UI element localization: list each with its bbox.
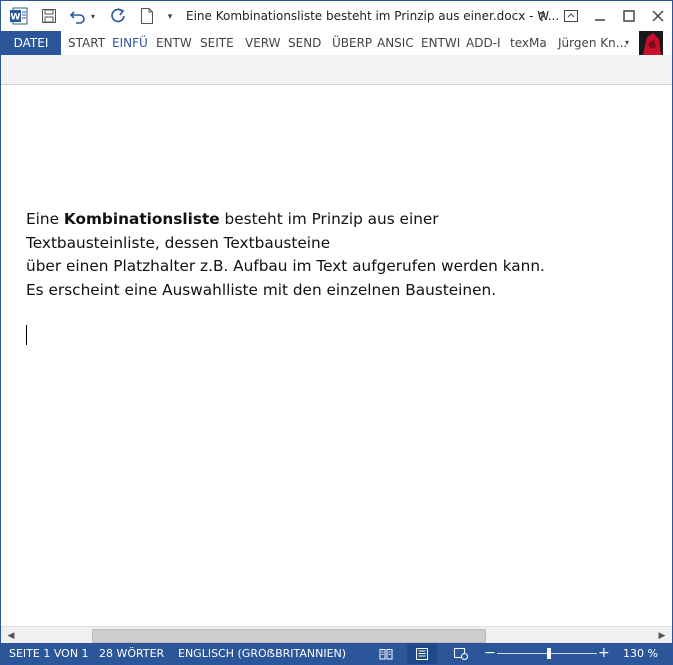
undo-icon[interactable]	[67, 7, 89, 25]
word-logo-icon[interactable]: W	[9, 7, 29, 25]
ribbon-tabs: DATEI START EINFÜ ENTW SEITE VERW SEND Ü…	[1, 31, 672, 55]
undo-dropdown-icon[interactable]: ▾	[88, 7, 98, 25]
text-cursor	[26, 325, 27, 345]
save-icon[interactable]	[39, 7, 59, 25]
document-text[interactable]: Eine Kombinationsliste besteht im Prinzi…	[26, 208, 545, 302]
user-name[interactable]: Jürgen Kn...	[558, 31, 627, 55]
document-line: Textbausteinliste, dessen Textbausteine	[26, 233, 331, 252]
tab-ueberpruefen[interactable]: ÜBERP	[332, 31, 372, 55]
ribbon-collapsed	[1, 55, 672, 85]
word-count[interactable]: 28 WÖRTER	[99, 643, 164, 664]
title-bar: W ▾ ▾ Eine Kombinationsliste besteht im …	[1, 1, 672, 31]
tab-add-ins[interactable]: ADD-I	[466, 31, 501, 55]
tab-sendungen[interactable]: SEND	[288, 31, 321, 55]
minimize-icon[interactable]	[586, 5, 614, 27]
status-bar: SEITE 1 VON 1 28 WÖRTER ENGLISCH (GROẞBR…	[1, 643, 672, 664]
text-run: besteht im Prinzip aus einer	[219, 210, 439, 228]
tab-start[interactable]: START	[68, 31, 105, 55]
text-run: Eine	[26, 210, 64, 228]
zoom-out-icon[interactable]: −	[484, 643, 496, 664]
horizontal-scrollbar[interactable]: ◀ ▶	[1, 626, 672, 644]
svg-text:W: W	[11, 13, 21, 23]
window-title: Eine Kombinationsliste besteht im Prinzi…	[186, 9, 560, 23]
maximize-icon[interactable]	[615, 5, 643, 27]
read-mode-icon[interactable]	[371, 643, 401, 664]
bold-text-run: Kombinationsliste	[63, 210, 220, 228]
scroll-left-icon[interactable]: ◀	[3, 627, 19, 644]
help-icon[interactable]: ?	[528, 5, 556, 27]
tab-texmaker[interactable]: texMa	[510, 31, 547, 55]
zoom-level[interactable]: 130 %	[623, 643, 658, 664]
word-window: W ▾ ▾ Eine Kombinationsliste besteht im …	[0, 0, 673, 665]
user-dropdown-icon[interactable]: ▾	[625, 31, 629, 55]
tab-entwurf[interactable]: ENTW	[156, 31, 192, 55]
redo-icon[interactable]	[108, 7, 128, 25]
scroll-right-icon[interactable]: ▶	[654, 627, 670, 644]
ribbon-display-options-icon[interactable]	[557, 5, 585, 27]
new-document-icon[interactable]	[138, 7, 156, 25]
zoom-in-icon[interactable]: +	[598, 643, 610, 664]
document-line: Es erscheint eine Auswahlliste mit den e…	[26, 280, 497, 299]
tab-seitenlayout[interactable]: SEITE	[200, 31, 234, 55]
tab-datei[interactable]: DATEI	[1, 31, 61, 55]
tab-einfuegen[interactable]: EINFÜ	[112, 31, 148, 55]
customize-dropdown-icon[interactable]: ▾	[163, 7, 177, 25]
scroll-thumb[interactable]	[92, 629, 486, 643]
tab-ansicht[interactable]: ANSIC	[377, 31, 414, 55]
document-page[interactable]: Eine Kombinationsliste besteht im Prinzi…	[1, 85, 672, 626]
language-indicator[interactable]: ENGLISCH (GROẞBRITANNIEN)	[178, 643, 346, 664]
tab-verweise[interactable]: VERW	[245, 31, 281, 55]
document-line: über einen Platzhalter z.B. Aufbau im Te…	[26, 257, 545, 275]
document-line: Eine Kombinationsliste besteht im Prinzi…	[26, 208, 545, 232]
tab-entwicklertools[interactable]: ENTWI	[421, 31, 460, 55]
close-icon[interactable]	[644, 5, 672, 27]
avatar[interactable]	[639, 31, 663, 55]
zoom-slider-thumb[interactable]	[547, 648, 551, 659]
page-count[interactable]: SEITE 1 VON 1	[9, 643, 89, 664]
web-layout-icon[interactable]	[446, 643, 476, 664]
print-layout-icon[interactable]	[407, 643, 437, 664]
